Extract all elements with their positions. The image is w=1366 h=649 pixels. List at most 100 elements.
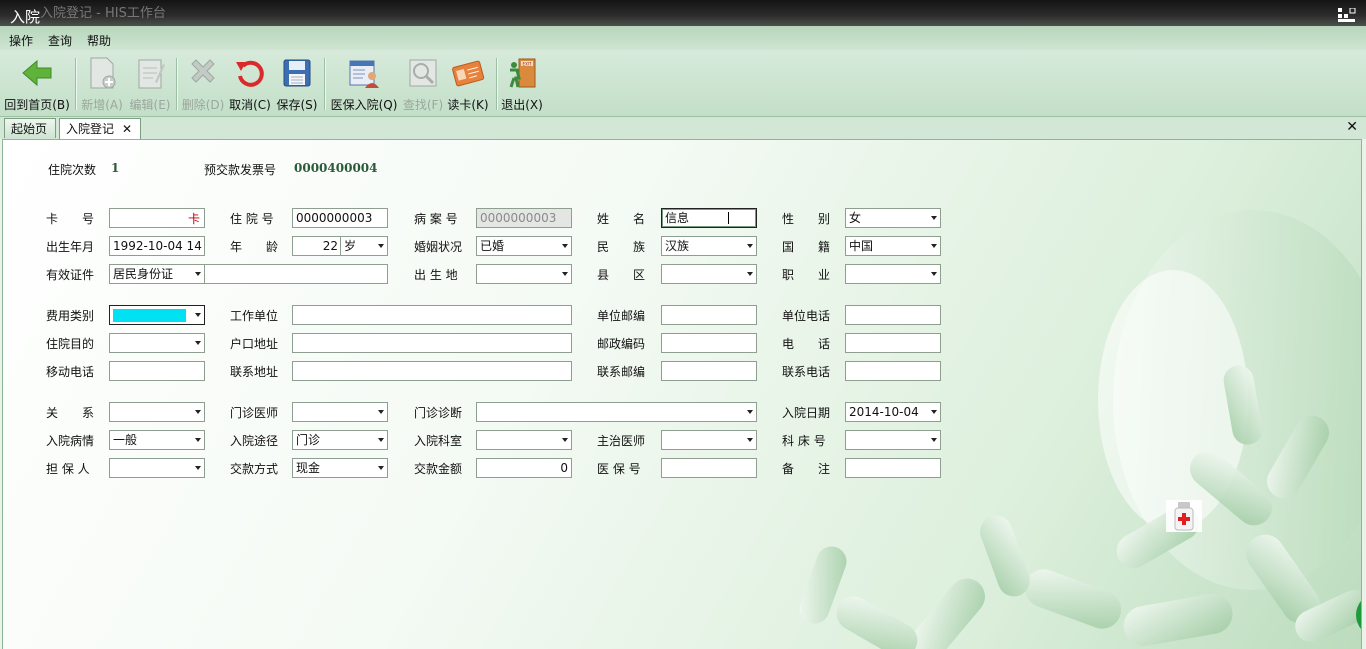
- ethnic-select[interactable]: 汉族: [661, 236, 757, 256]
- exit-button-label: 退出(X): [501, 98, 543, 112]
- find-button[interactable]: 查找(F): [401, 54, 445, 114]
- id-type-select[interactable]: 居民身份证: [109, 264, 205, 284]
- menu-query[interactable]: 查询: [48, 32, 72, 49]
- invoice-label: 预交款发票号: [204, 163, 277, 177]
- phone-label: 电 话: [782, 337, 831, 351]
- new-button[interactable]: 新增(A): [80, 54, 124, 114]
- magnifier-icon: [409, 59, 437, 87]
- chevron-down-icon: [195, 438, 201, 442]
- chevron-down-icon: [747, 438, 753, 442]
- admit-condition-select[interactable]: 一般: [109, 430, 205, 450]
- ward-bed-select[interactable]: [845, 430, 941, 450]
- mobile-field[interactable]: [109, 361, 205, 381]
- toolbar-separator: [176, 58, 178, 110]
- admit-dept-select[interactable]: [476, 430, 572, 450]
- id-type-value: 居民身份证: [113, 267, 174, 281]
- pay-method-select[interactable]: 现金: [292, 458, 388, 478]
- name-field[interactable]: 信息: [661, 208, 757, 228]
- toolbar-separator: [496, 58, 498, 110]
- menu-operate[interactable]: 操作: [9, 32, 33, 49]
- invoice-value: 0000400004: [294, 161, 378, 175]
- cancel-button[interactable]: 取消(C): [228, 54, 272, 114]
- employer-zip-field[interactable]: [661, 305, 757, 325]
- delete-button-label: 删除(D): [181, 98, 225, 112]
- id-number-field[interactable]: [204, 264, 388, 284]
- contact-phone-label: 联系电话: [782, 365, 831, 379]
- admit-route-select[interactable]: 门诊: [292, 430, 388, 450]
- purpose-select[interactable]: [109, 333, 205, 353]
- edit-button[interactable]: 编辑(E): [128, 54, 172, 114]
- inpatient-no-label: 住 院 号: [230, 212, 274, 226]
- mobile-label: 移动电话: [46, 365, 95, 379]
- birth-field[interactable]: 1992-10-04 14: [109, 236, 205, 256]
- admit-condition-value: 一般: [113, 433, 138, 447]
- outpatient-doctor-label: 门诊医师: [230, 406, 279, 420]
- pay-method-label: 交款方式: [230, 462, 279, 476]
- contact-phone-field[interactable]: [845, 361, 941, 381]
- read-card-button-label: 读卡(K): [447, 98, 489, 112]
- outpatient-doctor-select[interactable]: [292, 402, 388, 422]
- marital-select[interactable]: 已婚: [476, 236, 572, 256]
- relation-select[interactable]: [109, 402, 205, 422]
- insurance-no-label: 医 保 号: [597, 462, 641, 476]
- household-addr-label: 户口地址: [230, 337, 279, 351]
- contact-addr-field[interactable]: [292, 361, 572, 381]
- chevron-down-icon[interactable]: [378, 244, 384, 248]
- ward-bed-label: 科 床 号: [782, 434, 826, 448]
- exit-button[interactable]: EXIT 退出(X): [500, 54, 544, 114]
- admit-date-value: 2014-10-04: [849, 405, 919, 419]
- guarantor-label: 担 保 人: [46, 462, 90, 476]
- insurance-no-field[interactable]: [661, 458, 757, 478]
- admit-date-picker[interactable]: 2014-10-04: [845, 402, 941, 422]
- occupation-label: 职 业: [782, 268, 831, 282]
- chevron-down-icon: [747, 410, 753, 414]
- delete-x-icon: [191, 59, 215, 83]
- contact-zip-field[interactable]: [661, 361, 757, 381]
- birthplace-select[interactable]: [476, 264, 572, 284]
- phone-field[interactable]: [845, 333, 941, 353]
- fee-type-select[interactable]: [109, 305, 205, 325]
- medicine-bottle-icon[interactable]: [1166, 500, 1202, 532]
- postal-code-label: 邮政编码: [597, 337, 646, 351]
- chevron-down-icon: [931, 410, 937, 414]
- age-value: 22: [322, 239, 338, 253]
- gender-select[interactable]: 女: [845, 208, 941, 228]
- tab-close-icon[interactable]: ✕: [122, 119, 132, 139]
- attending-select[interactable]: [661, 430, 757, 450]
- card-field[interactable]: 卡: [109, 208, 205, 228]
- age-field[interactable]: 22 岁: [292, 236, 388, 256]
- remarks-field[interactable]: [845, 458, 941, 478]
- panel-close-icon[interactable]: ✕: [1346, 119, 1358, 135]
- window-layout-icon[interactable]: [1338, 8, 1356, 22]
- chevron-down-icon: [378, 466, 384, 470]
- age-unit[interactable]: 岁: [344, 238, 356, 255]
- outpatient-diag-select[interactable]: [476, 402, 757, 422]
- tab-start-page[interactable]: 起始页: [4, 118, 56, 138]
- occupation-select[interactable]: [845, 264, 941, 284]
- menu-help[interactable]: 帮助: [87, 32, 111, 49]
- county-select[interactable]: [661, 264, 757, 284]
- nationality-select[interactable]: 中国: [845, 236, 941, 256]
- tab-admission[interactable]: 入院登记 ✕: [59, 118, 141, 139]
- find-button-label: 查找(F): [402, 98, 444, 112]
- insurance-admit-button[interactable]: 医保入院(Q): [329, 54, 399, 114]
- chevron-down-icon: [931, 216, 937, 220]
- household-addr-field[interactable]: [292, 333, 572, 353]
- insurance-admit-icon: [349, 60, 379, 88]
- read-card-button[interactable]: 读卡(K): [446, 54, 490, 114]
- guarantor-select[interactable]: [109, 458, 205, 478]
- exit-door-icon: EXIT: [509, 58, 536, 88]
- admit-condition-label: 入院病情: [46, 434, 95, 448]
- purpose-label: 住院目的: [46, 337, 95, 351]
- delete-button[interactable]: 删除(D): [180, 54, 226, 114]
- inpatient-no-field[interactable]: 0000000003: [292, 208, 388, 228]
- employer-field[interactable]: [292, 305, 572, 325]
- save-button[interactable]: 保存(S): [275, 54, 319, 114]
- toolbar-separator: [324, 58, 326, 110]
- pay-amount-field[interactable]: 0: [476, 458, 572, 478]
- home-button[interactable]: 回到首页(B): [4, 54, 70, 114]
- employer-phone-field[interactable]: [845, 305, 941, 325]
- postal-code-field[interactable]: [661, 333, 757, 353]
- ethnic-label: 民 族: [597, 240, 646, 254]
- chevron-down-icon: [562, 244, 568, 248]
